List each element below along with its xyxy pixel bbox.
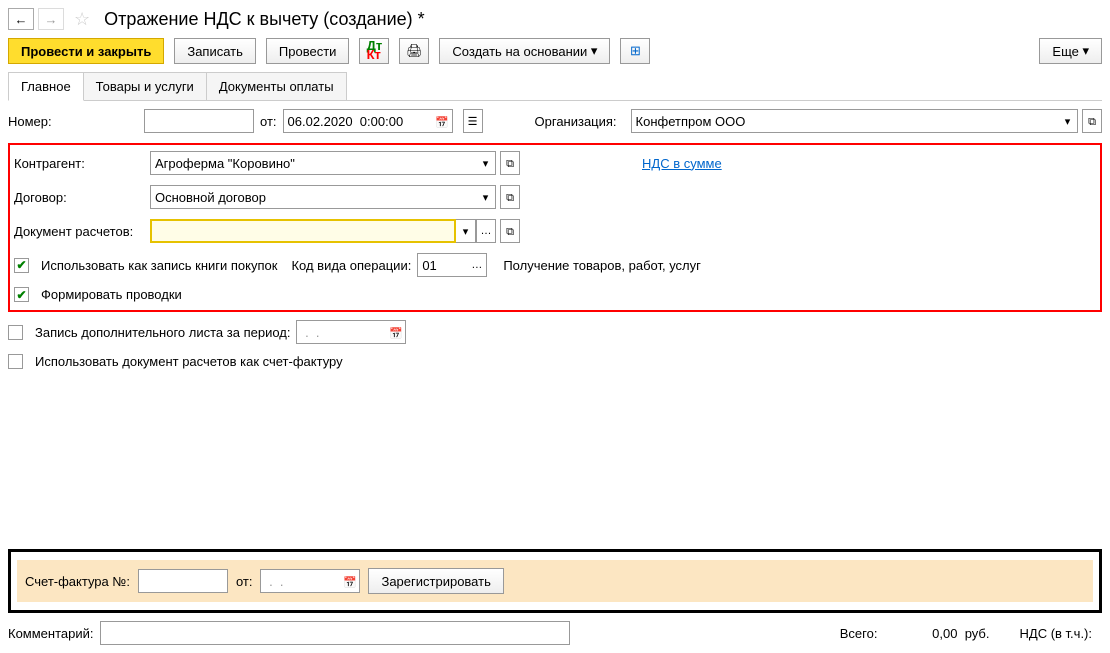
contract-input[interactable] (150, 185, 476, 209)
print-button[interactable] (399, 38, 429, 64)
use-as-book-entry-label: Использовать как запись книги покупок (41, 258, 277, 273)
counterparty-label: Контрагент: (14, 156, 144, 171)
counterparty-dropdown[interactable]: ▾ (476, 151, 496, 175)
generate-postings-label: Формировать проводки (41, 287, 182, 302)
print-icon (406, 43, 423, 59)
more-button[interactable]: Еще ▾ (1039, 38, 1102, 64)
favorite-icon[interactable]: ☆ (74, 9, 90, 30)
org-label: Организация: (535, 114, 625, 129)
invoice-date-input[interactable] (260, 569, 340, 593)
op-code-input[interactable] (417, 253, 467, 277)
create-based-on-button[interactable]: Создать на основании ▾ (439, 38, 610, 64)
total-label: Всего: (840, 626, 878, 641)
comment-label: Комментарий: (8, 626, 94, 641)
calc-doc-dropdown[interactable]: ▾ (456, 219, 476, 243)
additional-sheet-calendar-button[interactable] (386, 320, 406, 344)
page-title: Отражение НДС к вычету (создание) * (104, 9, 425, 30)
additional-sheet-checkbox[interactable] (8, 325, 23, 340)
op-code-label: Код вида операции: (291, 258, 411, 273)
nds-link[interactable]: НДС в сумме (642, 156, 722, 171)
invoice-panel: Счет-фактура №: от: Зарегистрировать (17, 560, 1093, 602)
highlighted-section: Контрагент: ▾ НДС в сумме Договор: ▾ Док… (8, 143, 1102, 312)
contract-label: Договор: (14, 190, 144, 205)
save-button[interactable]: Записать (174, 38, 256, 64)
dtKt-button[interactable]: ДтКт (359, 38, 389, 64)
number-input[interactable] (144, 109, 254, 133)
back-button[interactable]: ← (8, 8, 34, 30)
popout-icon (506, 189, 514, 205)
organization-input[interactable] (631, 109, 1058, 133)
contract-open-button[interactable] (500, 185, 520, 209)
invoice-calendar-button[interactable] (340, 569, 360, 593)
tab-paydocs[interactable]: Документы оплаты (206, 72, 347, 100)
counterparty-input[interactable] (150, 151, 476, 175)
date-extra-button[interactable]: ☰ (463, 109, 483, 133)
additional-sheet-date-input[interactable] (296, 320, 386, 344)
post-and-close-button[interactable]: Провести и закрыть (8, 38, 164, 64)
structure-icon (630, 43, 641, 59)
organization-dropdown[interactable]: ▾ (1058, 109, 1078, 133)
op-code-desc: Получение товаров, работ, услуг (503, 258, 701, 273)
register-invoice-button[interactable]: Зарегистрировать (368, 568, 503, 594)
invoice-number-label: Счет-фактура №: (25, 574, 130, 589)
op-code-select-button[interactable]: … (467, 253, 487, 277)
total-value: 0,00 (907, 626, 957, 641)
popout-icon (506, 155, 514, 171)
calendar-icon (389, 325, 403, 340)
calc-doc-label: Документ расчетов: (14, 224, 144, 239)
tab-main[interactable]: Главное (8, 72, 84, 101)
currency: руб. (965, 626, 990, 641)
popout-icon (1088, 113, 1096, 129)
calendar-icon (343, 574, 357, 589)
nds-label: НДС (в т.ч.): (1020, 626, 1093, 641)
date-calendar-button[interactable] (433, 109, 453, 133)
additional-sheet-label: Запись дополнительного листа за период: (35, 325, 290, 340)
popout-icon (506, 223, 514, 239)
tab-goods[interactable]: Товары и услуги (83, 72, 207, 100)
use-as-book-entry-checkbox[interactable] (14, 258, 29, 273)
structure-button[interactable] (620, 38, 650, 64)
number-label: Номер: (8, 114, 138, 129)
invoice-section-highlight: Счет-фактура №: от: Зарегистрировать (8, 549, 1102, 613)
post-button[interactable]: Провести (266, 38, 350, 64)
invoice-number-input[interactable] (138, 569, 228, 593)
generate-postings-checkbox[interactable] (14, 287, 29, 302)
forward-button[interactable]: → (38, 8, 64, 30)
totals: Всего: 0,00 руб. НДС (в т.ч.): (840, 626, 1102, 641)
calc-doc-open-button[interactable] (500, 219, 520, 243)
use-calc-doc-as-invoice-checkbox[interactable] (8, 354, 23, 369)
from-label: от: (260, 114, 277, 129)
calendar-icon (435, 114, 449, 129)
calc-doc-input[interactable] (150, 219, 456, 243)
contract-dropdown[interactable]: ▾ (476, 185, 496, 209)
counterparty-open-button[interactable] (500, 151, 520, 175)
comment-input[interactable] (100, 621, 570, 645)
tab-bar: Главное Товары и услуги Документы оплаты (8, 72, 1102, 101)
use-calc-doc-as-invoice-label: Использовать документ расчетов как счет-… (35, 354, 343, 369)
date-input[interactable] (283, 109, 433, 133)
invoice-from-label: от: (236, 574, 253, 589)
organization-open-button[interactable] (1082, 109, 1102, 133)
calc-doc-select-button[interactable]: … (476, 219, 496, 243)
